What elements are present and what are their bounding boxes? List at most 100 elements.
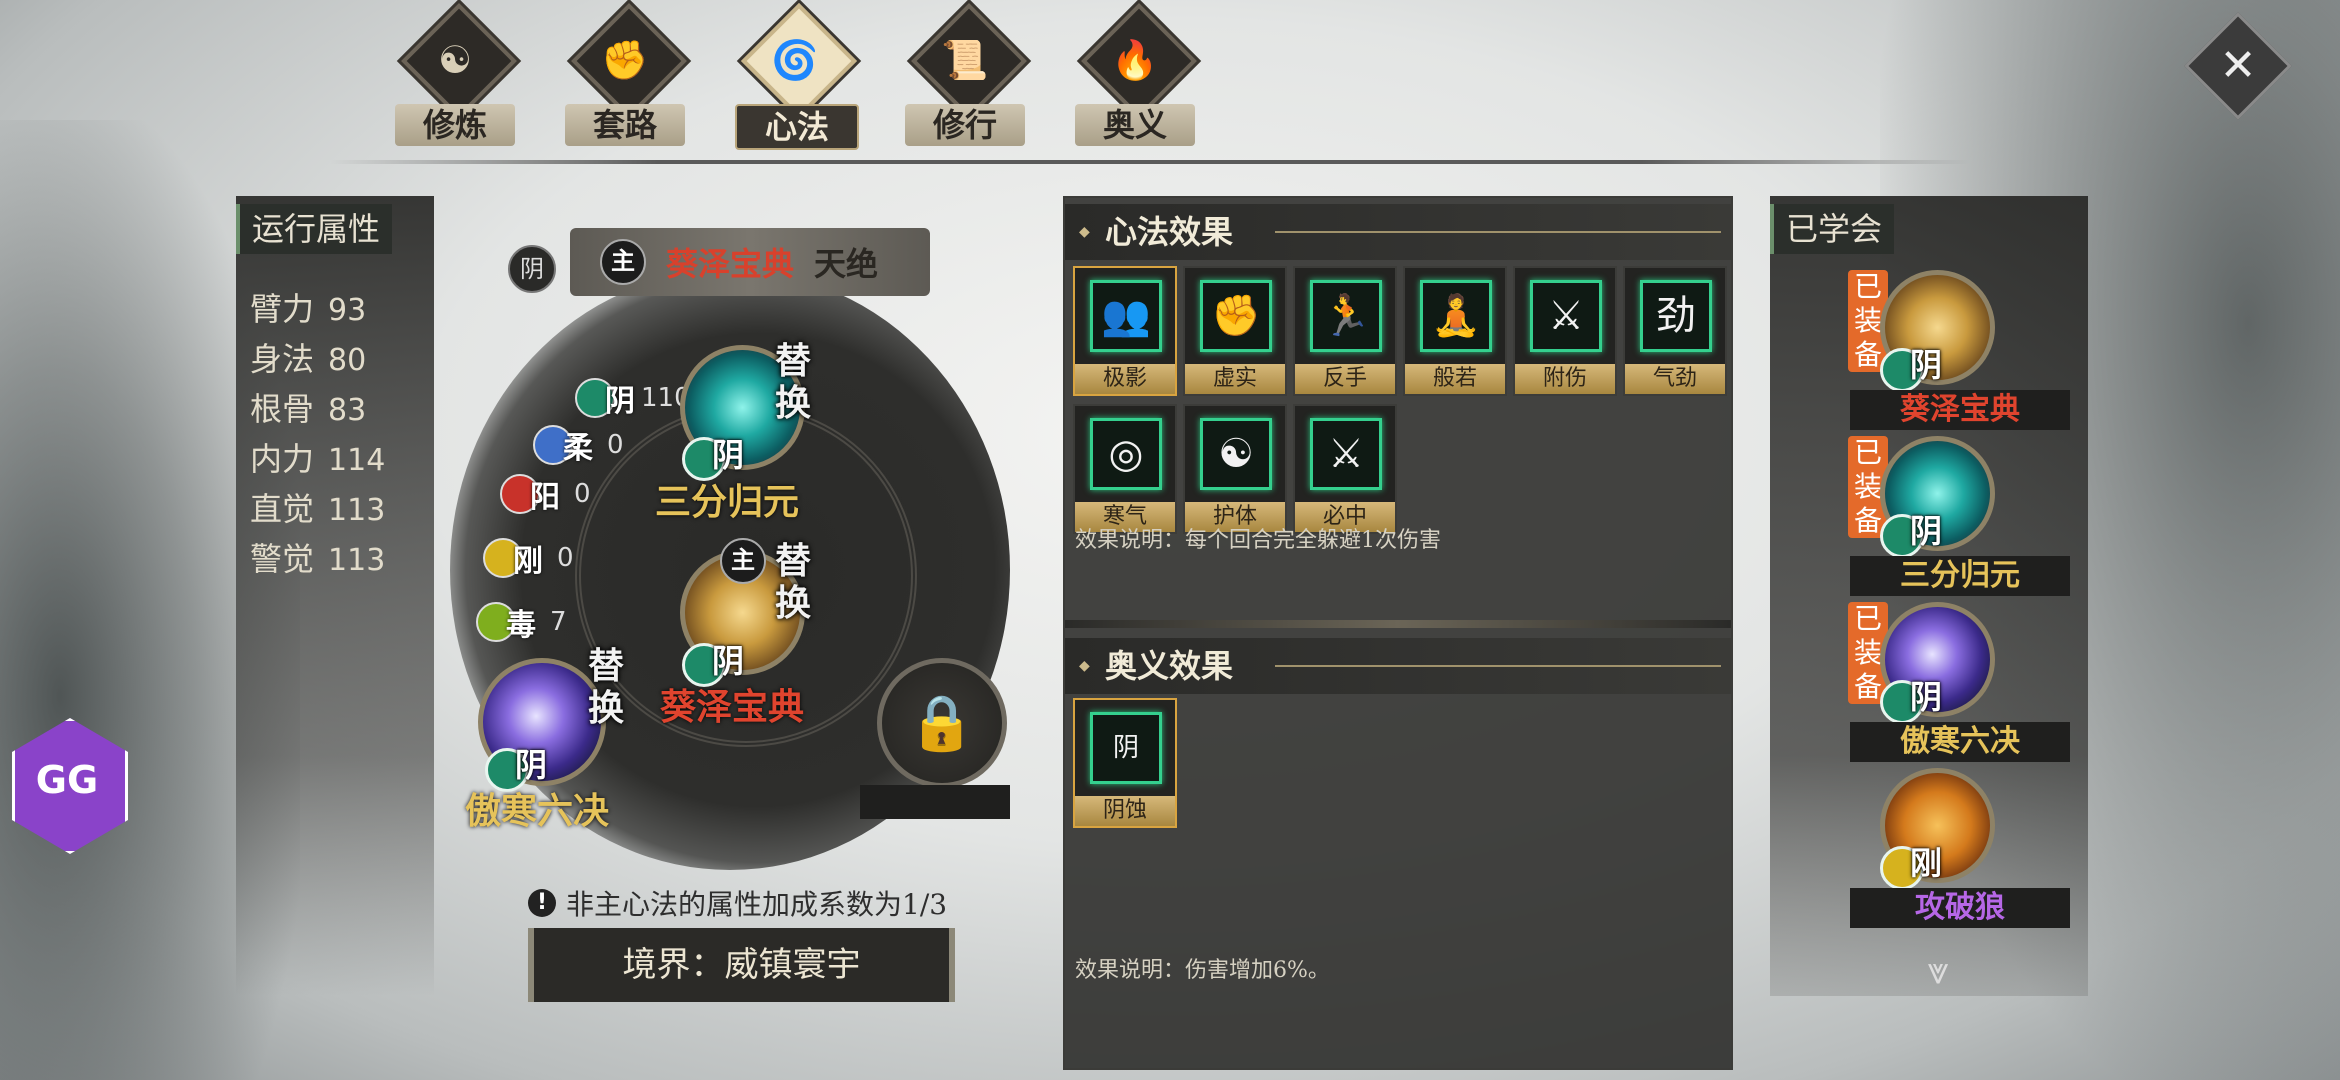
mind-effects-grid: 👥 极影 ✊ 虚实 🏃 反手 🧘 般若 ⚔ 附伤 劲气劲 ◎ 寒气 ☯ 护体 ⚔ 必中 (1073, 266, 1727, 534)
effects-panel: 心法效果 👥 极影 ✊ 虚实 🏃 反手 🧘 般若 ⚔ 附伤 劲气劲 ◎寒气 ☯护体 ⚔必中… (1063, 196, 1733, 1070)
tab-label: 心法 (735, 104, 859, 150)
slot-top-swap-button[interactable]: 替换 (775, 340, 815, 424)
attribute-row: 内力 114 (250, 434, 385, 484)
effect-cell[interactable]: ⚔ 必中 (1293, 404, 1397, 534)
lock-icon: 🔒 (908, 691, 976, 754)
effect-cell[interactable]: ⚔ 附伤 (1513, 266, 1617, 396)
element-rou: 柔 0 (533, 425, 624, 466)
attribute-name: 身法 (250, 340, 315, 378)
attribute-value: 83 (328, 393, 367, 428)
element-char: 阴 (605, 384, 635, 419)
element-value: 0 (607, 430, 624, 460)
effect-cell[interactable]: ◎ 寒气 (1073, 404, 1177, 534)
tab-bar: ☯ 修炼 ✊ 套路 🌀 心法 📜 修行 🔥 奥义 (380, 3, 1210, 152)
tab-label: 奥义 (1075, 104, 1195, 146)
attribute-value: 113 (328, 543, 386, 578)
skill-name: 攻破狼 (1850, 888, 2070, 928)
element-char: 柔 (563, 431, 593, 466)
effect-label: 极影 (1075, 364, 1175, 394)
tab-practice[interactable]: 📜 修行 (890, 3, 1040, 152)
mind-effects-header: 心法效果 (1065, 204, 1731, 260)
shadow-icon: 👥 (1090, 280, 1162, 352)
main-method-banner: 主 葵泽宝典 天绝 (570, 228, 930, 296)
effect-cell[interactable]: 劲气劲 (1623, 266, 1727, 396)
skill-badge: 刚 (1910, 844, 1943, 882)
cultivate-icon: ☯ (437, 38, 473, 82)
flame-icon: 🔥 (1111, 38, 1159, 82)
learned-item[interactable]: 已装备 阴 傲寒六决 (1770, 602, 2088, 772)
ultimate-effects-header: 奥义效果 (1065, 638, 1731, 694)
gg-floating-button[interactable]: GG (12, 718, 128, 854)
attribute-row: 身法 80 (250, 334, 385, 384)
element-char: 刚 (513, 544, 543, 579)
learned-item[interactable]: 刚 攻破狼 (1770, 768, 2088, 938)
tab-routine[interactable]: ✊ 套路 (550, 3, 700, 152)
effect-cell[interactable]: 阴阴蚀 (1073, 698, 1177, 828)
skill-badge: 阴 (1910, 678, 1943, 716)
attribute-row: 直觉 113 (250, 484, 385, 534)
effect-label: 附伤 (1515, 364, 1615, 394)
effect-label: 阴蚀 (1075, 796, 1175, 826)
skill-badge: 阴 (1910, 512, 1943, 550)
element-yang: 阳 0 (500, 474, 591, 515)
note: ! 非主心法的属性加成系数为1/3 (528, 883, 947, 923)
locked-slot[interactable]: 🔒 (877, 658, 1007, 788)
learned-item[interactable]: 已装备 阴 葵泽宝典 (1770, 270, 2088, 440)
tab-ultimate[interactable]: 🔥 奥义 (1060, 3, 1210, 152)
attributes-panel: 运行属性 臂力 93 身法 80 根骨 83 内力 114 直觉 113 警觉 113 (236, 196, 434, 996)
tab-label: 修行 (905, 104, 1025, 146)
effect-label: 般若 (1405, 364, 1505, 394)
element-char: 毒 (506, 608, 536, 643)
attribute-value: 80 (328, 343, 367, 378)
main-method-name: 葵泽宝典 (666, 245, 795, 283)
scroll-down-icon[interactable]: ⩔ (1908, 948, 1968, 992)
fist-icon: ✊ (601, 38, 649, 82)
info-icon: ! (528, 889, 556, 917)
skill-badge: 阴 (1910, 346, 1943, 384)
fist-icon: ✊ (1200, 280, 1272, 352)
attribute-row: 臂力 93 (250, 284, 385, 334)
mind-method-icon: 🌀 (771, 38, 819, 82)
effect-label: 气劲 (1625, 364, 1725, 394)
shield-icon: ☯ (1200, 418, 1272, 490)
slot-left-name: 傲寒六决 (465, 790, 610, 832)
effect-cell[interactable]: 🧘 般若 (1403, 266, 1507, 396)
slot-left-badge: 阴 (515, 746, 548, 784)
effect-cell[interactable]: ✊ 虚实 (1183, 266, 1287, 396)
element-yin: 阴 110 (575, 378, 691, 419)
effect-cell[interactable]: 👥 极影 (1073, 266, 1177, 396)
element-value: 0 (574, 479, 591, 509)
effect-cell[interactable]: ☯ 护体 (1183, 404, 1287, 534)
crossed-swords-icon: ⚔ (1310, 418, 1382, 490)
slot-left-swap-button[interactable]: 替换 (588, 645, 628, 729)
scroll-icon: 📜 (941, 38, 989, 82)
cold-icon: ◎ (1090, 418, 1162, 490)
element-value: 7 (550, 607, 567, 637)
slot-top-badge: 阴 (712, 436, 745, 474)
attribute-name: 直觉 (250, 490, 315, 528)
attribute-name: 警觉 (250, 540, 315, 578)
force-icon: 劲 (1640, 280, 1712, 352)
learned-item[interactable]: 已装备 阴 三分归元 (1770, 436, 2088, 606)
slot-top-name: 三分归元 (655, 481, 800, 523)
element-du: 毒 7 (476, 602, 567, 643)
attribute-row: 根骨 83 (250, 384, 385, 434)
close-button[interactable]: ✕ (2184, 12, 2292, 120)
tab-mind-method[interactable]: 🌀 心法 (720, 3, 870, 152)
attribute-name: 臂力 (250, 290, 315, 328)
attribute-name: 内力 (250, 440, 315, 478)
main-method-tier: 天绝 (814, 245, 879, 283)
element-char: 阳 (530, 480, 560, 515)
main-tag: 主 (600, 239, 646, 285)
skill-name: 葵泽宝典 (1850, 390, 2070, 430)
top-divider (330, 160, 1970, 164)
mind-effect-description: 效果说明：每个回合完全躲避1次伤害 (1075, 528, 1441, 553)
yin-erosion-icon: 阴 (1090, 712, 1162, 784)
top-nav: ☯ 修炼 ✊ 套路 🌀 心法 📜 修行 🔥 奥义 ✕ (0, 0, 2340, 165)
realm-display: 境界：威镇寰宇 (528, 928, 955, 1002)
ultimate-effects-grid: 阴阴蚀 (1073, 698, 1725, 828)
slash-icon: ⚔ (1530, 280, 1602, 352)
effect-cell[interactable]: 🏃 反手 (1293, 266, 1397, 396)
slot-center-swap-button[interactable]: 替换 (775, 540, 815, 624)
tab-cultivate[interactable]: ☯ 修炼 (380, 3, 530, 152)
